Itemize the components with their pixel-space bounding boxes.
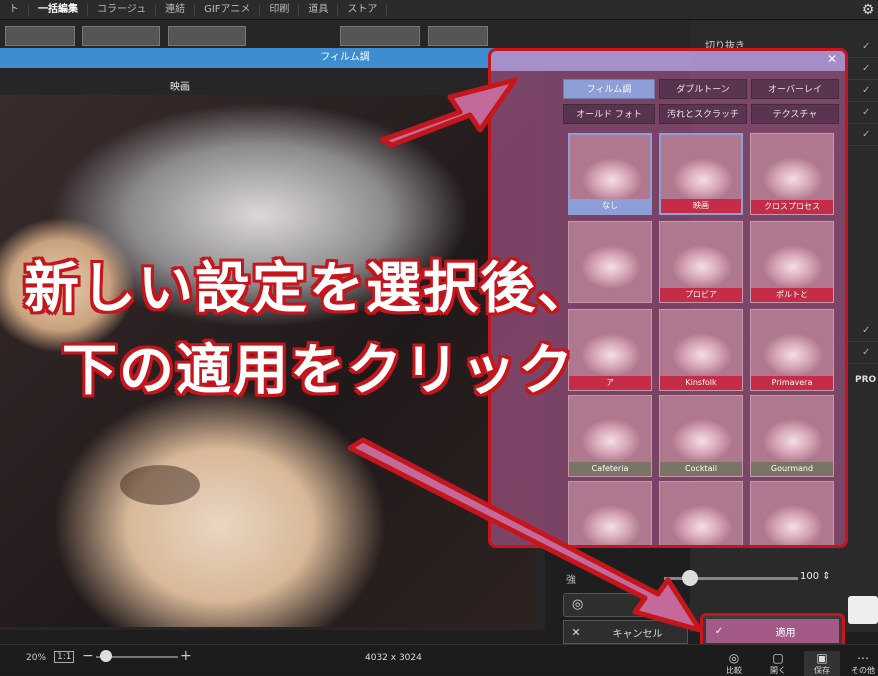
thumbnail[interactable] (5, 26, 75, 46)
fit-button[interactable]: 1:1 (54, 651, 75, 663)
top-menu-bar: ト 一括編集 コラージュ 連結 GIFアニメ 印刷 道具 ストア (0, 0, 878, 20)
strength-slider[interactable]: 強 100 ⇕ (560, 566, 840, 590)
bottom-toolbar: 20% 1:1 − + 4032 x 3024 ◎ 比較 ▢ 開く ▣ 保存 ⋯ その他 (0, 644, 878, 676)
check-icon: ✓ (714, 625, 724, 637)
check-icon: ✓ (862, 107, 871, 118)
category-film[interactable]: フィルム調 (563, 79, 655, 99)
annotation-line-1: 新しい設定を選択後、 (24, 256, 595, 320)
preset-label: Cocktail (660, 462, 742, 476)
thumbnail[interactable] (340, 26, 420, 46)
target-icon: ◎ (572, 597, 584, 612)
check-icon: ✓ (862, 129, 871, 140)
preset-label: プロビア (660, 288, 742, 302)
zoom-level[interactable]: 20% (26, 653, 46, 663)
close-icon[interactable]: ✕ (827, 52, 837, 66)
compare-icon: ◎ (728, 651, 740, 665)
category-duotone[interactable]: ダブルトーン (659, 79, 747, 99)
preset-tile-selected[interactable]: 映画 (659, 133, 743, 215)
bagel-hole-shadow (120, 465, 200, 505)
preset-tile[interactable]: なし (568, 133, 652, 215)
category-old-photo[interactable]: オールド フォト (563, 104, 655, 124)
preset-tile[interactable]: ポルトと (750, 221, 834, 303)
preset-tile[interactable]: Kinsfolk (659, 309, 743, 391)
thumbnail-strip (0, 20, 690, 48)
preset-tile[interactable]: Primavera (750, 309, 834, 391)
preset-tile[interactable]: プロビア (659, 221, 743, 303)
preset-label: なし (570, 199, 650, 213)
thumbnail[interactable] (428, 26, 488, 46)
menu-tab-combine[interactable]: 連結 (156, 3, 196, 16)
cancel-button[interactable]: ✕ キャンセル (563, 620, 688, 644)
save-icon: ▣ (816, 651, 828, 665)
annotation-line-2: 下の適用をクリック (62, 338, 576, 402)
category-scratches[interactable]: 汚れとスクラッチ (659, 104, 747, 124)
preset-tile[interactable] (750, 481, 834, 545)
menu-tab-tools[interactable]: 道具 (299, 3, 339, 16)
strength-label: 強 (566, 575, 576, 586)
image-dimensions: 4032 x 3024 (365, 653, 422, 663)
preset-label: Kinsfolk (660, 376, 742, 390)
preset-tile[interactable]: クロスプロセス (750, 133, 834, 215)
preset-tile[interactable] (568, 481, 652, 545)
menu-tab-gif[interactable]: GIFアニメ (195, 3, 261, 16)
strength-value[interactable]: 100 ⇕ (800, 571, 831, 582)
save-label: 保存 (814, 666, 830, 675)
preset-label: ポルトと (751, 288, 833, 302)
menu-tab-collage[interactable]: コラージュ (88, 3, 157, 16)
gear-icon[interactable]: ⚙ (860, 2, 876, 18)
check-icon: ✓ (862, 325, 871, 336)
open-label: 開く (770, 666, 786, 675)
menu-tab-store[interactable]: ストア (338, 3, 388, 16)
more-button[interactable]: ⋯ その他 (845, 651, 878, 676)
check-icon: ✓ (862, 347, 871, 358)
zoom-in-icon[interactable]: + (180, 648, 192, 664)
preset-tile[interactable]: Cocktail (659, 395, 743, 477)
more-icon: ⋯ (857, 651, 869, 665)
compare-label: 比較 (726, 666, 742, 675)
category-texture[interactable]: テクスチャ (751, 104, 839, 124)
preset-tile[interactable]: Cafeteria (568, 395, 652, 477)
preset-label: Cafeteria (569, 462, 651, 476)
preset-label: ア (569, 376, 651, 390)
close-icon: ✕ (571, 625, 581, 639)
check-icon: ✓ (862, 63, 871, 74)
preset-label: Primavera (751, 376, 833, 390)
thumbnail[interactable] (168, 26, 246, 46)
pro-badge: PRO (855, 375, 877, 385)
preset-tile[interactable] (659, 481, 743, 545)
preset-label: Gourmand (751, 462, 833, 476)
zoom-out-icon[interactable]: − (82, 648, 94, 664)
menu-tab-edit[interactable]: ト (0, 3, 29, 16)
compare-button[interactable]: ◎ 比較 (716, 651, 752, 676)
open-button[interactable]: ▢ 開く (760, 651, 796, 676)
apply-label: 適用 (775, 627, 796, 639)
preset-label: クロスプロセス (751, 200, 833, 214)
check-icon: ✓ (862, 85, 871, 96)
save-button[interactable]: ▣ 保存 (804, 651, 840, 676)
slider-knob[interactable] (682, 570, 698, 586)
ad-thumbnail[interactable] (848, 596, 878, 624)
panel-header: ✕ (491, 51, 845, 71)
menu-tab-batch-edit[interactable]: 一括編集 (29, 3, 88, 16)
check-icon: ✓ (862, 41, 871, 52)
menu-tab-print[interactable]: 印刷 (260, 3, 300, 16)
preview-label: 映画 (170, 82, 190, 93)
compare-toggle-button[interactable]: ◎ (563, 593, 668, 617)
category-overlay[interactable]: オーバーレイ (751, 79, 839, 99)
apply-button[interactable]: ✓ 適用 (706, 619, 839, 643)
more-label: その他 (851, 666, 875, 675)
preset-label: 映画 (661, 199, 741, 213)
open-icon: ▢ (772, 651, 784, 665)
preset-tile[interactable]: Gourmand (750, 395, 834, 477)
thumbnail[interactable] (82, 26, 160, 46)
cancel-label: キャンセル (612, 628, 663, 640)
zoom-knob[interactable] (100, 650, 112, 662)
